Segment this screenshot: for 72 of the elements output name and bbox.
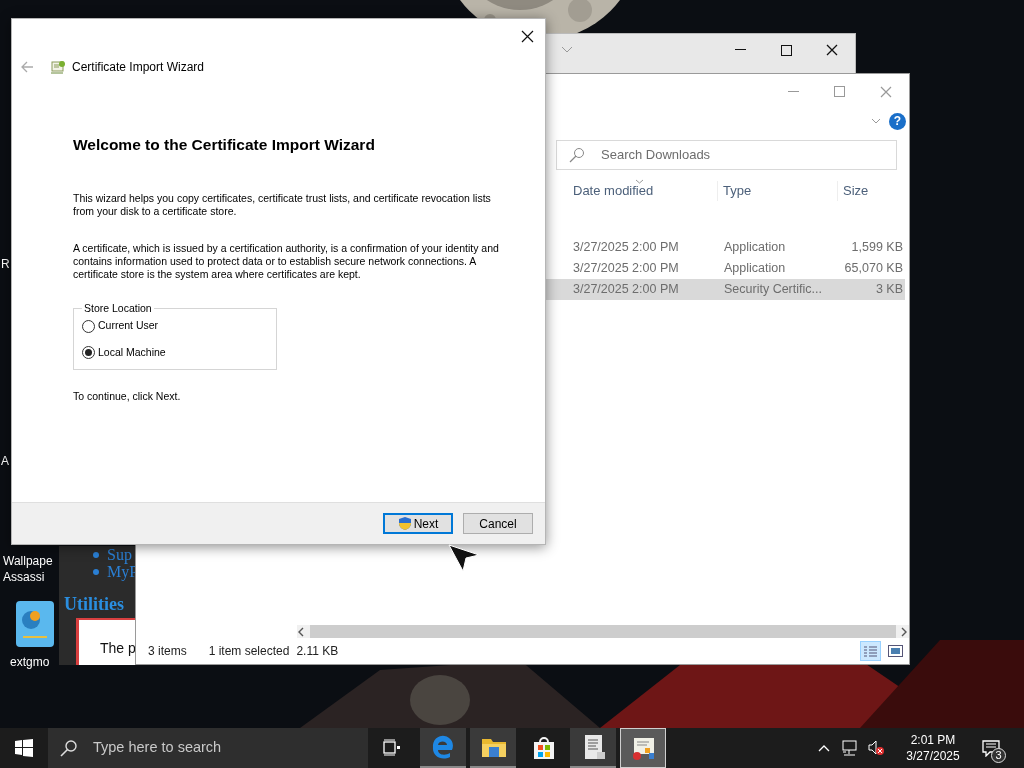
wizard-title: Certificate Import Wizard xyxy=(72,59,205,76)
search-box[interactable]: Type here to search xyxy=(48,728,368,768)
app-icon[interactable] xyxy=(15,600,55,648)
size-cell-text: 3 KB xyxy=(874,281,903,299)
certificate-icon xyxy=(50,59,66,75)
search-placeholder: Search Downloads xyxy=(601,146,711,165)
icon-label[interactable]: Wallpape xyxy=(3,553,53,569)
date-cell-text: 3/27/2025 2:00 PM xyxy=(573,281,680,299)
sort-icon xyxy=(635,179,644,185)
radio-option[interactable]: Current User xyxy=(82,318,159,334)
section-heading: Utilities xyxy=(64,593,125,616)
maximize-icon xyxy=(780,44,792,56)
bullet-icon xyxy=(93,568,99,575)
body-text: The p xyxy=(100,640,136,656)
description-text: This wizard helps you copy certificates, certificate trust lists, and certificate revocation lists from your disk to a certificate store. xyxy=(73,192,492,219)
selection-size: 2.11 KB xyxy=(296,643,339,660)
close-icon xyxy=(520,29,534,43)
icon-label[interactable]: Assassi xyxy=(3,569,45,585)
instruction-text: To continue, click Next. xyxy=(73,388,182,404)
notification-badge: 3 xyxy=(991,748,1006,763)
notifications-button[interactable]: 3 xyxy=(976,733,1006,763)
message-icon xyxy=(982,739,1000,757)
chevron-up-icon[interactable] xyxy=(818,743,830,753)
list-icon xyxy=(863,644,878,658)
close-icon xyxy=(826,44,838,56)
taskbar-app-button[interactable] xyxy=(470,728,516,768)
taskbar-app-button[interactable] xyxy=(620,728,666,768)
date-cell-text: 3/27/2025 2:00 PM xyxy=(573,260,680,278)
column-header[interactable]: Date modified xyxy=(573,181,717,201)
type-cell-text: Application xyxy=(723,260,787,278)
network-icon[interactable] xyxy=(842,740,858,756)
bullet-icon xyxy=(93,551,99,558)
search-field[interactable]: Search Downloads xyxy=(556,140,897,170)
help-button[interactable]: ? xyxy=(889,112,906,130)
maximize-icon xyxy=(834,86,846,98)
icon-label[interactable]: extgmo xyxy=(10,654,50,670)
image-icon xyxy=(887,645,903,657)
speaker-muted-icon[interactable] xyxy=(868,740,884,756)
search-placeholder: Type here to search xyxy=(93,738,222,758)
wizard-heading: Welcome to the Certificate Import Wizard xyxy=(73,135,376,155)
scroll-left-icon[interactable] xyxy=(297,626,306,637)
minimize-icon xyxy=(734,49,746,51)
shield-icon xyxy=(397,516,412,531)
icon-label[interactable]: R xyxy=(1,256,10,272)
search-icon xyxy=(60,739,77,757)
description-text: A certificate, which is issued by a certification authority, is a confirmation of your identity and contains information used to protect data or to establish secure network connections. A certificate store is the system area where certificates are kept. xyxy=(73,242,500,282)
radio-option[interactable]: Local Machine xyxy=(82,345,166,361)
type-cell-text: Application xyxy=(723,239,787,257)
type-cell-text: Security Certific... xyxy=(723,281,823,299)
search-icon xyxy=(569,147,585,163)
back-arrow-icon xyxy=(20,60,34,74)
scroll-right-icon[interactable] xyxy=(900,626,909,637)
size-cell-text: 1,599 KB xyxy=(850,239,903,257)
column-header[interactable]: Size xyxy=(837,181,903,201)
dialog-button[interactable]: Cancel xyxy=(463,513,533,534)
dialog-button[interactable]: Next xyxy=(383,513,453,534)
clock-time: 2:01 PM xyxy=(910,732,956,748)
chevron-icon[interactable] xyxy=(871,118,881,124)
item-count: 3 items xyxy=(148,643,187,660)
task-view-icon xyxy=(383,739,401,757)
windows-icon xyxy=(15,739,33,757)
group-label: Store Location xyxy=(83,302,153,315)
icon-label[interactable]: A xyxy=(1,453,9,469)
taskbar-app-button[interactable] xyxy=(570,728,616,768)
size-cell-text: 65,070 KB xyxy=(843,260,903,278)
close-icon xyxy=(880,86,892,98)
clock-date: 3/27/2025 xyxy=(906,748,960,764)
date-cell-text: 3/27/2025 2:00 PM xyxy=(573,239,680,257)
clock[interactable]: 2:01 PM 3/27/2025 xyxy=(898,732,968,764)
column-header[interactable]: Type xyxy=(717,181,837,201)
browser-icon xyxy=(430,733,456,761)
selection-status: 1 item selected xyxy=(208,643,290,660)
